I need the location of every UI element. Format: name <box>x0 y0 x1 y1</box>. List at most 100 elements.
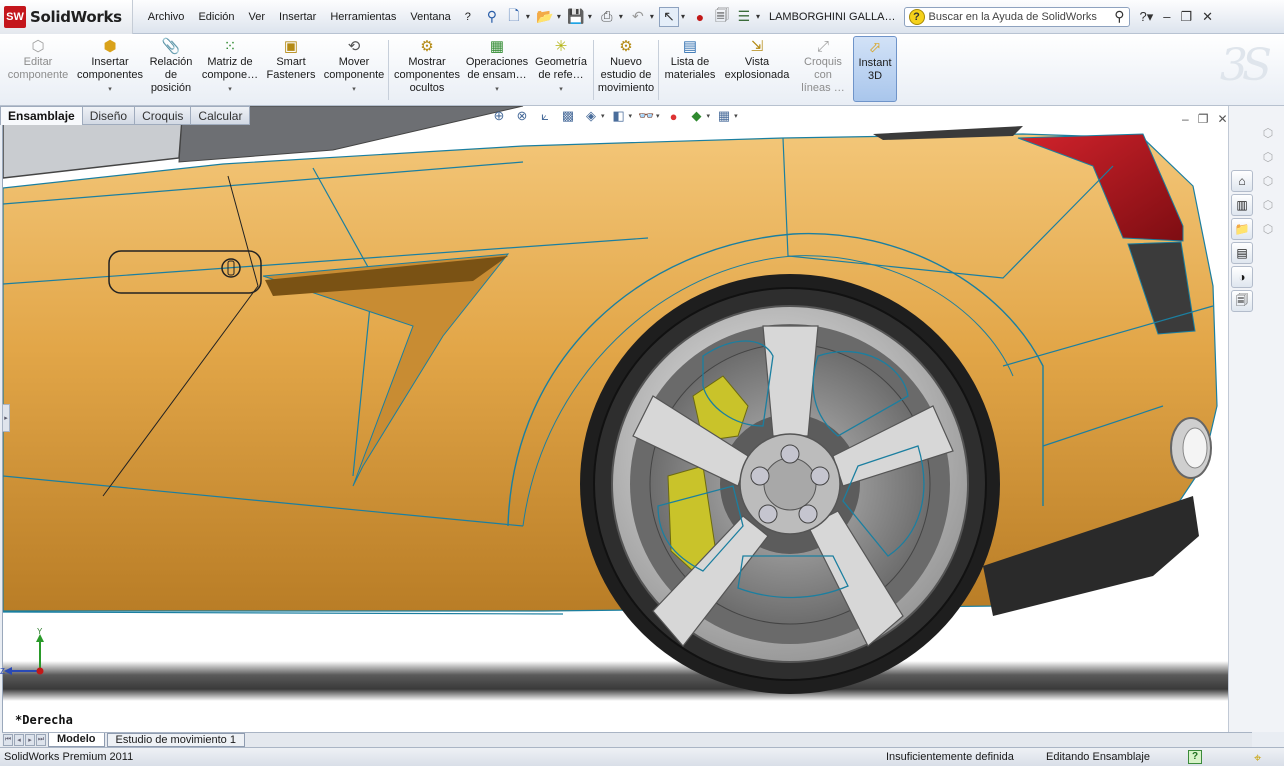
instant3d-icon: ⬀ <box>868 39 882 56</box>
croquis-lineas-button[interactable]: ⤢ Croquis con líneas … <box>793 34 853 104</box>
menu-insertar[interactable]: Insertar <box>272 0 323 34</box>
matriz-componentes-button[interactable]: ⁙ Matriz de compone… ▾ <box>198 34 262 104</box>
reference-geometry-icon: ✳ <box>554 38 568 55</box>
coordinate-triad: Y Z <box>0 627 44 676</box>
undo-icon[interactable]: ↶ <box>628 7 648 27</box>
operaciones-ensamblaje-button[interactable]: ▦ Operaciones de ensam… ▾ <box>465 34 529 104</box>
quick-tips-icon[interactable]: ? <box>1188 750 1202 764</box>
search-icon[interactable]: ⚲ <box>1114 8 1124 25</box>
appearances-icon[interactable]: ◑ <box>1231 266 1253 288</box>
menu-ver[interactable]: Ver <box>242 0 273 34</box>
viewport-restore-icon[interactable]: ❐ <box>1198 112 1209 126</box>
lista-materiales-label: Lista de materiales <box>664 56 716 81</box>
view-palette-icon[interactable]: ▤ <box>1231 242 1253 264</box>
custom-properties-icon[interactable]: 🗐 <box>1231 290 1253 312</box>
hide-show-items-icon[interactable]: 👓 <box>637 108 655 124</box>
view-orientation-icon[interactable]: ◈ <box>582 108 600 124</box>
editar-componente-button[interactable]: ⬡ Editar componente <box>0 34 76 104</box>
scene-dropdown-icon[interactable]: ▾ <box>707 112 711 120</box>
viewport-close-icon[interactable]: ✕ <box>1217 112 1227 126</box>
menu-herramientas[interactable]: Herramientas <box>323 0 403 34</box>
options-icon[interactable]: ☰ <box>734 7 754 27</box>
edit-mode-status: Editando Ensamblaje <box>1046 751 1150 763</box>
print-dropdown-icon[interactable]: ▾ <box>619 12 623 21</box>
restore-icon[interactable]: ❐ <box>1181 9 1193 25</box>
instant3d-label: Instant 3D <box>858 57 892 82</box>
explode-line-sketch-icon: ⤢ <box>816 38 829 55</box>
select-pointer-icon[interactable]: ↖ <box>658 6 679 27</box>
document-title: LAMBORGHINI GALLA… <box>768 10 896 23</box>
viewport-minimize-icon[interactable]: – <box>1182 112 1189 126</box>
close-icon[interactable]: ✕ <box>1202 9 1213 25</box>
menu-ventana[interactable]: Ventana <box>403 0 457 34</box>
edit-appearance-icon[interactable]: ● <box>665 109 683 124</box>
open-dropdown-icon[interactable]: ▾ <box>557 12 561 21</box>
tab-estudio-movimiento[interactable]: Estudio de movimiento 1 <box>106 733 245 747</box>
zoom-to-fit-icon[interactable]: ⊕ <box>490 108 508 124</box>
smart-fasteners-button[interactable]: ▣ Smart Fasteners <box>262 34 320 104</box>
insertar-componentes-button[interactable]: ⬢ Insertar componentes ▾ <box>76 34 144 104</box>
design-library-icon[interactable]: ▥ <box>1231 194 1253 216</box>
file-explorer-icon[interactable]: 📁 <box>1231 218 1253 240</box>
help-dropdown-icon[interactable]: ?▾ <box>1140 9 1154 25</box>
section-view-icon[interactable]: ▩ <box>559 108 577 124</box>
chevron-down-icon[interactable]: ▾ <box>495 83 499 96</box>
expand-feature-manager-icon[interactable]: ▸ <box>2 404 10 432</box>
chevron-down-icon[interactable]: ▾ <box>352 83 356 96</box>
save-dropdown-icon[interactable]: ▾ <box>588 12 592 21</box>
open-folder-icon[interactable]: 📂 <box>535 7 555 27</box>
zoom-to-area-icon[interactable]: ⊗ <box>513 108 531 124</box>
tab-diseno[interactable]: Diseño <box>81 106 135 125</box>
geometria-referencia-label: Geometría de refe… <box>535 56 587 81</box>
save-icon[interactable]: 💾 <box>566 7 586 27</box>
nuevo-estudio-button[interactable]: ⚙ Nuevo estudio de movimiento <box>594 34 658 104</box>
rebuild-traffic-light-icon[interactable]: ● <box>690 7 710 27</box>
vista-explosionada-button[interactable]: ⇲ Vista explosionada <box>721 34 793 104</box>
prev-tab-icon[interactable]: ◂ <box>14 734 24 746</box>
display-style-icon[interactable]: ◧ <box>610 108 628 124</box>
minimize-icon[interactable]: – <box>1163 9 1170 25</box>
instant3d-button[interactable]: ⬀ Instant 3D <box>853 36 897 102</box>
tab-ensamblaje[interactable]: Ensamblaje <box>0 106 82 125</box>
tab-croquis[interactable]: Croquis <box>134 106 191 125</box>
options-dropdown-icon[interactable]: ▾ <box>756 12 760 21</box>
new-document-icon[interactable]: 🗋 <box>504 7 524 27</box>
tab-modelo[interactable]: Modelo <box>48 733 105 747</box>
select-dropdown-icon[interactable]: ▾ <box>681 12 685 21</box>
next-tab-icon[interactable]: ▸ <box>25 734 35 746</box>
mover-componente-button[interactable]: ⟲ Mover componente ▾ <box>320 34 388 104</box>
solidworks-resources-icon[interactable]: ⌂ <box>1231 170 1253 192</box>
help-search-placeholder[interactable]: Buscar en la Ayuda de SolidWorks <box>929 11 1097 23</box>
file-properties-icon[interactable]: 🗐 <box>712 7 732 27</box>
menu-archivo[interactable]: Archivo <box>141 0 192 34</box>
apply-scene-icon[interactable]: ◆ <box>688 108 706 124</box>
relacion-posicion-button[interactable]: 📎 Relación de posición <box>144 34 198 104</box>
view-orientation-dropdown-icon[interactable]: ▾ <box>601 112 605 120</box>
previous-view-icon[interactable]: ⟀ <box>536 108 554 124</box>
menu-help[interactable]: ? <box>458 0 478 34</box>
view-settings-dropdown-icon[interactable]: ▾ <box>734 112 738 120</box>
mostrar-ocultos-button[interactable]: ⚙ Mostrar componentes ocultos <box>389 34 465 104</box>
hide-show-dropdown-icon[interactable]: ▾ <box>656 112 660 120</box>
print-icon[interactable]: ⎙ <box>597 7 617 27</box>
menu-edicion[interactable]: Edición <box>191 0 241 34</box>
tab-calcular[interactable]: Calcular <box>190 106 251 125</box>
chevron-down-icon[interactable]: ▾ <box>228 83 232 96</box>
view-settings-icon[interactable]: ▦ <box>715 108 733 124</box>
display-style-dropdown-icon[interactable]: ▾ <box>629 112 633 120</box>
solidworks-logo[interactable]: SW SolidWorks <box>0 0 133 34</box>
rebuild-status-icon[interactable]: ⌖ <box>1254 749 1261 766</box>
car-model-render[interactable] <box>3 106 1228 732</box>
chevron-down-icon[interactable]: ▾ <box>108 83 112 96</box>
graphics-area[interactable] <box>2 106 1228 732</box>
undo-dropdown-icon[interactable]: ▾ <box>650 12 654 21</box>
definition-status: Insuficientemente definida <box>886 751 1014 763</box>
pin-icon[interactable]: ⚲ <box>482 7 502 27</box>
new-dropdown-icon[interactable]: ▾ <box>526 12 530 21</box>
last-tab-icon[interactable]: ⏭ <box>36 734 46 746</box>
chevron-down-icon[interactable]: ▾ <box>559 83 563 96</box>
first-tab-icon[interactable]: ⏮ <box>3 734 13 746</box>
lista-materiales-button[interactable]: ▤ Lista de materiales <box>659 34 721 104</box>
help-search-box[interactable]: ? Buscar en la Ayuda de SolidWorks ⚲ <box>903 6 1130 27</box>
geometria-referencia-button[interactable]: ✳ Geometría de refe… ▾ <box>529 34 593 104</box>
